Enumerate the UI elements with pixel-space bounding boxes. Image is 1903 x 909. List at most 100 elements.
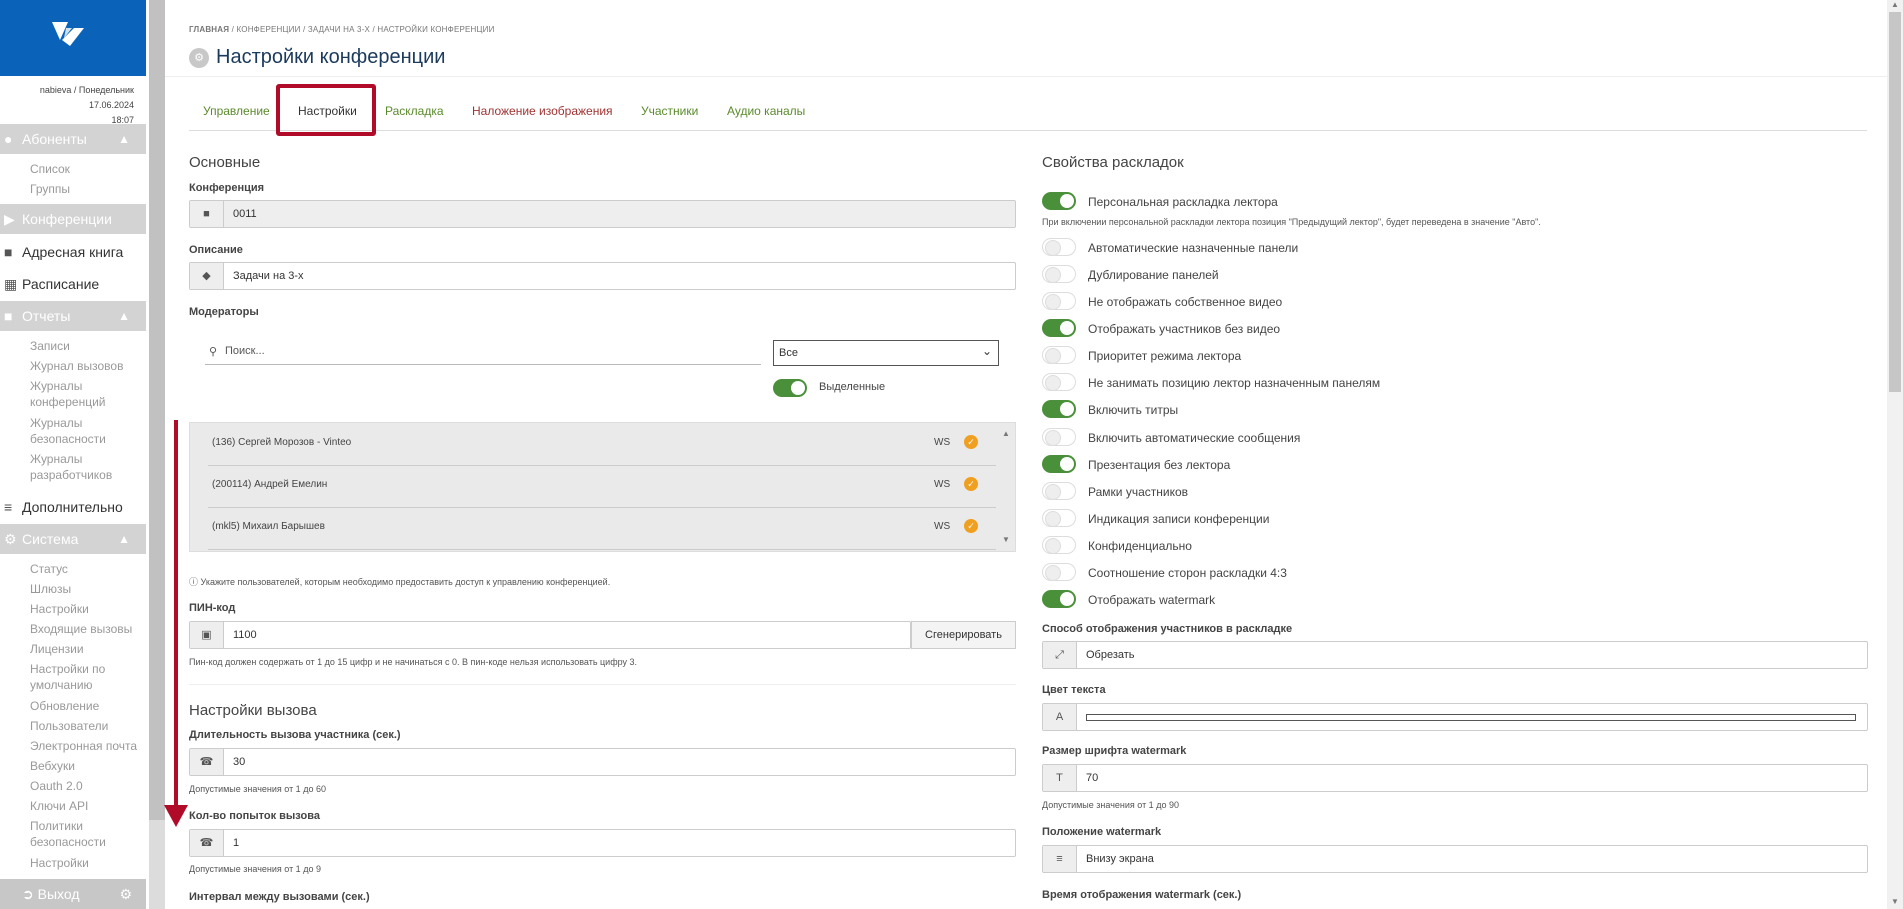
wm-font-label: Размер шрифта watermark [1042,745,1187,757]
gear-icon[interactable]: ⚙ [119,879,132,909]
text-color-field[interactable]: A [1042,703,1868,731]
sidebar-item-security-logs[interactable]: Журналы безопасности [30,415,142,447]
toggle-recording-indicator[interactable] [1042,509,1076,527]
personal-layout-hint: При включении персональной раскладки лек… [1042,217,1541,227]
sidebar-item-status[interactable]: Статус [30,561,142,577]
page-scrollbar[interactable]: ▲ ▼ [1887,0,1903,909]
moderator-list[interactable]: (136) Сергей Морозов - Vinteo WS ✓ (2001… [189,422,1016,552]
sidebar-item-label: Журналы [30,416,83,430]
generate-pin-button[interactable]: Сгенерировать [911,621,1016,649]
list-scroll-up-icon[interactable]: ▲ [1002,429,1010,438]
sidebar-item-dev-logs[interactable]: Журналы разработчиков [30,451,142,483]
tab-image-overlay[interactable]: Наложение изображения [472,104,613,118]
toggle-lecturer-priority[interactable] [1042,346,1076,364]
sidebar-item-api-keys[interactable]: Ключи API [30,798,142,814]
selected-toggle[interactable] [773,379,807,397]
sidebar-item-default-settings[interactable]: Настройки по умолчанию [30,661,142,693]
sidebar-item-call-log[interactable]: Журнал вызовов [30,358,142,374]
breadcrumb-home[interactable]: ГЛАВНАЯ [189,25,229,34]
chevron-up-icon: ▲ [118,532,130,546]
tab-management[interactable]: Управление [203,104,270,118]
sidebar-section-subscribers[interactable]: ● Абоненты ▲ [0,124,146,154]
moderator-search-input[interactable]: ⚲ Поиск... [205,340,761,365]
sidebar-item-security-policies[interactable]: Политики безопасности [30,818,142,850]
sidebar-item-settings-2[interactable]: Настройки [30,855,142,871]
moderator-type: WS [934,521,951,532]
sidebar-item-list[interactable]: Список [30,161,142,177]
toggle-subtitles[interactable] [1042,400,1076,418]
toggle-show-no-video[interactable] [1042,319,1076,337]
toggle-watermark[interactable] [1042,590,1076,608]
pin-label: ПИН-код [189,602,236,614]
sidebar-item-groups[interactable]: Группы [30,181,142,197]
moderator-row[interactable]: (mkl5) Михаил Барышев WS ✓ [208,507,996,550]
lock-icon: ▣ [190,622,224,648]
sidebar-item-records[interactable]: Записи [30,338,142,354]
breadcrumb-conference[interactable]: / ЗАДАЧИ НА 3-Х [303,25,370,34]
toggle-no-lecturer-position[interactable] [1042,373,1076,391]
toggle-aspect-4-3[interactable] [1042,563,1076,581]
sidebar-section-reports[interactable]: ■ Отчеты ▲ [0,301,146,331]
sidebar-section-conferences[interactable]: ▶ Конференции [0,204,146,234]
tab-participants[interactable]: Участники [641,104,698,118]
check-icon[interactable]: ✓ [964,477,978,491]
sidebar-item-webhooks[interactable]: Вебхуки [30,758,142,774]
toggle-auto-panels[interactable] [1042,238,1076,256]
call-duration-field[interactable]: ☎ 30 [189,748,1016,776]
toggle-auto-messages[interactable] [1042,428,1076,446]
toggle-knob [1045,348,1061,364]
sidebar-item-label: умолчанию [30,678,93,692]
sidebar-item-addressbook[interactable]: ■ Адресная книга [0,237,146,267]
sidebar-item-conf-logs[interactable]: Журналы конференций [30,378,142,410]
moderator-name: (200114) Андрей Емелин [212,479,328,490]
check-icon[interactable]: ✓ [964,435,978,449]
tab-audio-channels[interactable]: Аудио каналы [727,104,805,118]
wm-position-select[interactable]: ≡ Внизу экрана [1042,845,1868,873]
wm-font-field[interactable]: T 70 [1042,764,1868,792]
sidebar-item-licenses[interactable]: Лицензии [30,641,142,657]
toggle-participant-frames[interactable] [1042,482,1076,500]
sidebar-item-update[interactable]: Обновление [30,698,142,714]
color-swatch[interactable] [1086,714,1856,721]
breadcrumb-conferences[interactable]: / КОНФЕРЕНЦИИ [232,25,301,34]
toggle-label: Дублирование панелей [1088,268,1219,282]
page-scrollbar-thumb[interactable] [1889,12,1901,392]
sidebar-scrollbar-thumb[interactable] [149,0,165,820]
sidebar-section-system[interactable]: ⚙ Система ▲ [0,524,146,554]
toggle-confidential[interactable] [1042,536,1076,554]
logout-button[interactable]: ➲ Выход [22,879,80,909]
sidebar-item-users[interactable]: Пользователи [30,718,142,734]
sidebar-item-settings[interactable]: Настройки [30,601,142,617]
attempts-field[interactable]: ☎ 1 [189,829,1016,857]
sidebar-item-schedule[interactable]: ▦ Расписание [0,269,146,299]
pin-field[interactable]: ▣ 1100 [189,621,911,649]
description-label: Описание [189,244,243,256]
pin-hint: Пин-код должен содержать от 1 до 15 цифр… [189,657,638,667]
sidebar-item-extra[interactable]: ≡ Дополнительно [0,492,146,522]
moderator-row[interactable]: (136) Сергей Морозов - Vinteo WS ✓ [208,423,996,466]
toggle-label: Рамки участников [1088,485,1189,499]
moderator-filter-select[interactable]: Все ⌄ [773,340,999,366]
check-icon[interactable]: ✓ [964,519,978,533]
logo[interactable] [0,0,146,76]
tab-layout[interactable]: Раскладка [385,104,444,118]
list-scroll-down-icon[interactable]: ▼ [1002,535,1010,544]
sidebar-item-gateways[interactable]: Шлюзы [30,581,142,597]
sidebar-item-oauth[interactable]: Oauth 2.0 [30,778,142,794]
toggle-duplicate-panels[interactable] [1042,265,1076,283]
toggle-personal-layout[interactable] [1042,192,1076,210]
toggle-presentation-no-lecturer[interactable] [1042,455,1076,473]
toggle-hide-own-video[interactable] [1042,292,1076,310]
sidebar-item-email[interactable]: Электронная почта [30,738,142,754]
sidebar-item-incoming-calls[interactable]: Входящие вызовы [30,621,142,637]
sidebar-scrollbar[interactable] [149,0,165,909]
cogs-icon: ⚙ [4,531,17,547]
scroll-up-icon[interactable]: ▲ [1891,0,1899,9]
description-field[interactable]: ◆ Задачи на 3-х [189,262,1016,290]
moderator-row[interactable]: (200114) Андрей Емелин WS ✓ [208,465,996,508]
scroll-down-icon[interactable]: ▼ [1891,897,1899,906]
active-tab-highlight [276,84,376,136]
display-mode-select[interactable]: ⤢ Обрезать [1042,641,1868,669]
attempts-hint: Допустимые значения от 1 до 9 [189,864,321,874]
user-info: nabieva / Понедельник 17.06.2024 18:07 [0,83,134,128]
